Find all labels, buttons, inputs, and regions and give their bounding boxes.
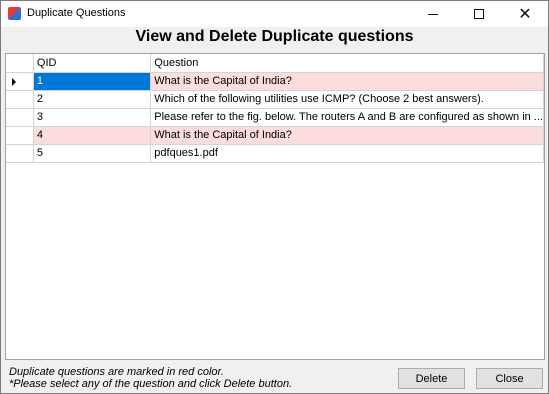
grid-header-row: QID Question: [6, 54, 544, 73]
table-row[interactable]: 1 What is the Capital of India?: [6, 72, 544, 91]
questions-table: QID Question 1 What is the Capital of Ind…: [6, 54, 544, 163]
row-header[interactable]: [6, 72, 34, 91]
table-row[interactable]: 3 Please refer to the fig. below. The rou…: [6, 108, 544, 127]
instruction-note: *Please select any of the question and c…: [9, 378, 293, 390]
column-header-question[interactable]: Question: [150, 54, 544, 73]
close-icon: ✕: [518, 4, 532, 23]
current-row-arrow-icon: [12, 77, 16, 86]
minimize-button[interactable]: [410, 1, 456, 27]
row-header[interactable]: [6, 126, 34, 145]
page-title: View and Delete Duplicate questions: [135, 28, 414, 45]
window-title: Duplicate Questions: [27, 7, 126, 19]
row-header[interactable]: [6, 90, 34, 109]
maximize-icon: [474, 9, 484, 19]
table-row[interactable]: 4 What is the Capital of India?: [6, 126, 544, 145]
duplicate-questions-window: Duplicate Questions ✕ View and Delete Du…: [0, 0, 549, 394]
question-cell[interactable]: Please refer to the fig. below. The rout…: [150, 108, 544, 127]
table-row[interactable]: 2 Which of the following utilities use IC…: [6, 90, 544, 109]
qid-cell[interactable]: 5: [33, 144, 152, 163]
delete-button[interactable]: Delete: [398, 368, 465, 389]
close-window-button[interactable]: ✕: [502, 1, 548, 27]
close-button[interactable]: Close: [476, 368, 543, 389]
grid-body: 1 What is the Capital of India? 2 Which of …: [6, 72, 544, 163]
question-cell[interactable]: Which of the following utilities use ICM…: [150, 90, 544, 109]
minimize-icon: [428, 13, 438, 15]
maximize-button[interactable]: [456, 1, 502, 27]
qid-cell[interactable]: 1: [33, 72, 152, 91]
title-bar[interactable]: Duplicate Questions ✕: [1, 1, 548, 27]
question-cell[interactable]: What is the Capital of India?: [150, 126, 544, 145]
question-cell[interactable]: What is the Capital of India?: [150, 72, 544, 91]
qid-cell[interactable]: 4: [33, 126, 152, 145]
qid-cell[interactable]: 2: [33, 90, 152, 109]
app-icon: [8, 7, 21, 20]
corner-header[interactable]: [6, 54, 34, 73]
question-cell[interactable]: pdfques1.pdf: [150, 144, 544, 163]
duplicate-note: Duplicate questions are marked in red co…: [9, 366, 224, 378]
column-header-qid[interactable]: QID: [33, 54, 152, 73]
row-header[interactable]: [6, 108, 34, 127]
questions-grid[interactable]: QID Question 1 What is the Capital of Ind…: [5, 53, 545, 360]
row-header[interactable]: [6, 144, 34, 163]
qid-cell[interactable]: 3: [33, 108, 152, 127]
table-row[interactable]: 5 pdfques1.pdf: [6, 144, 544, 163]
